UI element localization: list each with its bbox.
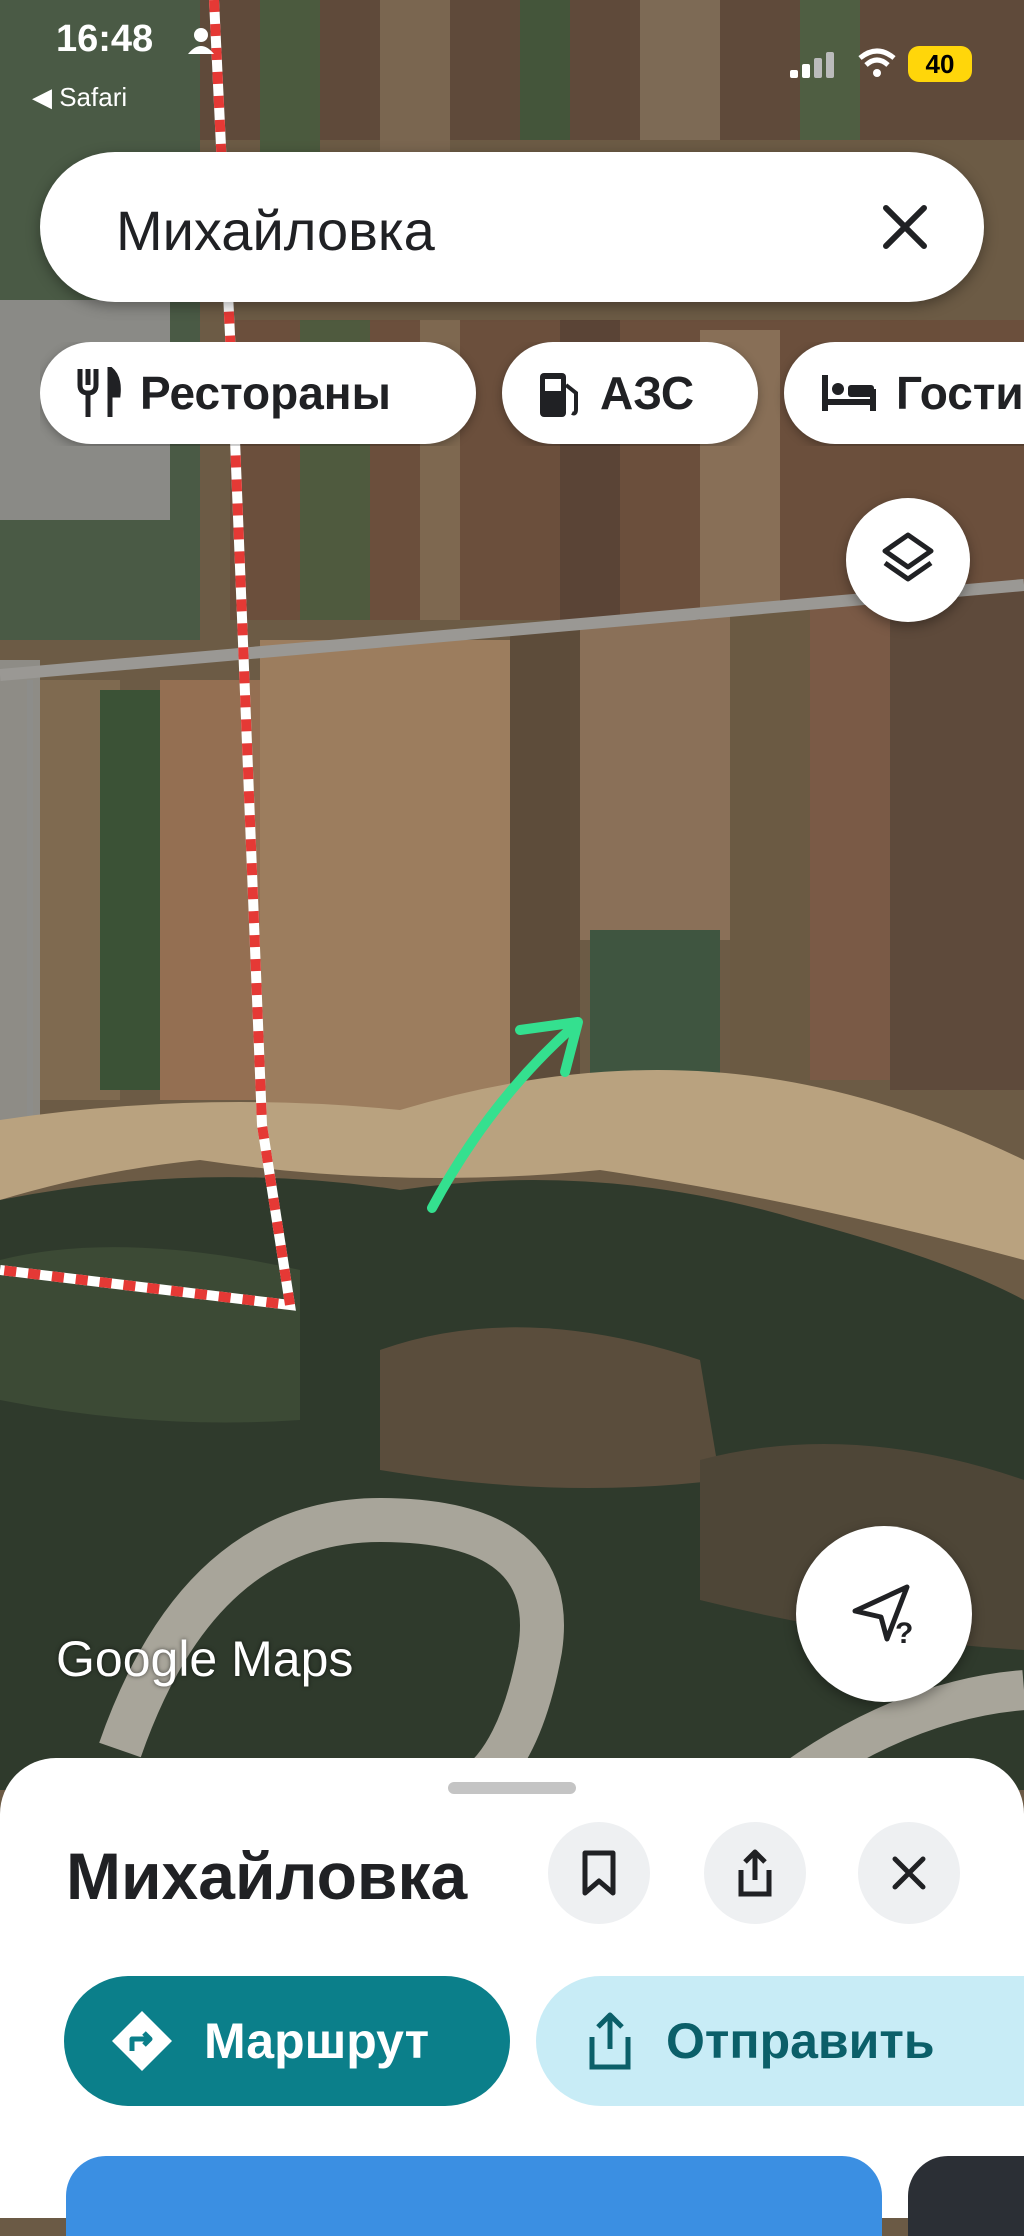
battery-indicator: 40 (908, 46, 972, 82)
my-location-button[interactable]: ? (796, 1526, 972, 1702)
share-icon (738, 1849, 772, 1897)
search-query[interactable]: Михайловка (116, 198, 435, 263)
sheet-drag-handle[interactable] (448, 1782, 576, 1794)
chip-label: Гостиницы (896, 367, 1024, 419)
chip-label: АЗС (600, 367, 695, 419)
share-icon (589, 2012, 631, 2070)
layers-button[interactable] (846, 498, 970, 622)
photo-thumbnail[interactable] (66, 2156, 882, 2236)
place-title: Михайловка (66, 1839, 468, 1913)
gas-station-icon (540, 373, 578, 417)
hotel-icon (822, 375, 876, 411)
chip-restaurants[interactable]: Рестораны (40, 342, 476, 444)
category-chips: Рестораны АЗС Гостиницы (40, 342, 1024, 446)
route-button[interactable]: Маршрут (64, 1976, 510, 2106)
svg-text:?: ? (895, 1617, 913, 1650)
restaurant-icon (77, 367, 121, 417)
share-button[interactable]: Отправить (536, 1976, 1024, 2106)
close-icon (892, 1856, 926, 1890)
location-unknown-icon: ? (852, 1584, 913, 1650)
search-bar[interactable]: Михайловка (40, 152, 984, 302)
close-icon[interactable] (876, 198, 934, 256)
bookmark-icon (582, 1850, 616, 1896)
layers-icon (882, 532, 934, 582)
share-label: Отправить (666, 2013, 935, 2069)
save-button[interactable] (548, 1822, 650, 1924)
wifi-icon (858, 48, 896, 77)
route-label: Маршрут (204, 2013, 430, 2069)
status-bar: 16:48 ◀ Safari 40 (0, 0, 1024, 113)
share-icon-button[interactable] (704, 1822, 806, 1924)
chip-label: Рестораны (140, 367, 391, 419)
chip-hotels[interactable]: Гостиницы (784, 342, 1024, 444)
back-to-safari-link[interactable]: ◀ Safari (32, 82, 127, 113)
photo-thumbnail[interactable] (908, 2156, 1024, 2236)
directions-icon (112, 2011, 172, 2071)
google-maps-logo: Google Maps (56, 1631, 354, 1687)
person-icon (188, 28, 214, 54)
close-sheet-button[interactable] (858, 1822, 960, 1924)
cellular-signal-icon (790, 52, 834, 78)
status-time: 16:48 (56, 18, 154, 60)
chip-gas-stations[interactable]: АЗС (502, 342, 758, 444)
place-bottom-sheet: Михайловка Маршрут Отправить (0, 1758, 1024, 2236)
